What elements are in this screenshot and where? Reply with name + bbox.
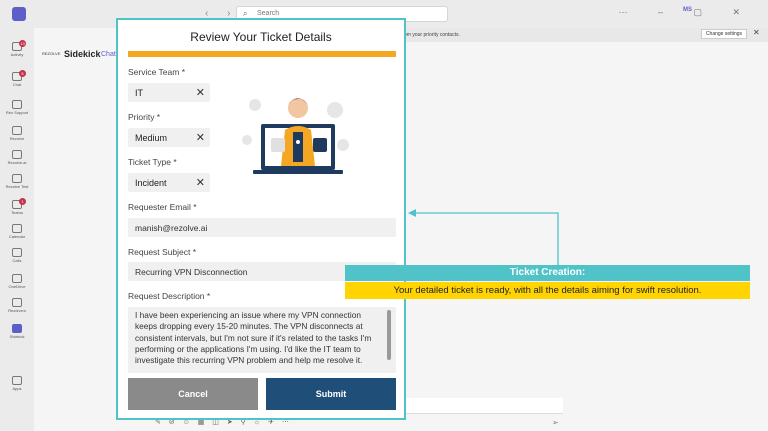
modal-title: Review Your Ticket Details — [190, 30, 332, 44]
rail-item-calendar[interactable]: Calendar — [0, 224, 34, 239]
rail-item-label: Calendar — [8, 234, 26, 239]
clear-icon[interactable]: ✕ — [196, 176, 205, 189]
rail-item-label: Rezolve.ai — [7, 160, 27, 165]
notification-badge: 1 — [19, 198, 26, 205]
rail-item-activity[interactable]: Activity 13 — [0, 40, 34, 57]
ticket-type-label: Ticket Type * — [128, 157, 177, 167]
clear-icon[interactable]: ✕ — [196, 86, 205, 99]
requester-email-value: manish@rezolve.ai — [135, 223, 208, 233]
callout-title: Ticket Creation: — [345, 265, 750, 281]
rail-item-rezolvers[interactable]: Rezolvers — [0, 298, 34, 313]
priority-label: Priority * — [128, 112, 161, 122]
rail-item-label: Rez Support — [5, 110, 29, 115]
rail-item-label: OneDrive — [8, 284, 26, 289]
rail-item-calls[interactable]: Calls — [0, 248, 34, 263]
app-icon — [12, 174, 22, 183]
priority-chip[interactable]: Medium ✕ — [128, 128, 210, 147]
app-icon — [12, 150, 22, 159]
submit-button[interactable]: Submit — [266, 378, 396, 410]
description-scrollbar[interactable] — [387, 310, 391, 360]
app-icon — [12, 100, 22, 109]
brand-tag: REZOLVE — [42, 51, 61, 56]
priority-value: Medium — [135, 133, 168, 143]
request-description-field[interactable]: I have been experiencing an issue where … — [128, 307, 396, 373]
ticket-type-chip[interactable]: Incident ✕ — [128, 173, 210, 192]
rail-item-rezolve-test[interactable]: Rezolve Test — [0, 174, 34, 189]
rail-item-onedrive[interactable]: OneDrive — [0, 274, 34, 289]
rail-item-apps[interactable]: Apps — [0, 376, 34, 391]
chat-title: Sidekick — [64, 49, 101, 59]
search-placeholder: Search — [257, 10, 280, 17]
rail-item-rez-support[interactable]: Rez Support — [0, 100, 34, 115]
app-icon — [12, 324, 22, 333]
rail-item-rezolve[interactable]: Rezolve — [0, 126, 34, 141]
close-icon[interactable]: ✕ — [753, 28, 760, 37]
support-agent-illustration — [242, 98, 349, 174]
requester-email-field[interactable]: manish@rezolve.ai — [128, 218, 396, 237]
app-icon — [12, 248, 22, 257]
service-team-value: IT — [135, 88, 143, 98]
teams-logo-icon — [12, 7, 26, 21]
rail-item-label: Calls — [12, 258, 22, 263]
send-icon[interactable]: ➢ — [552, 418, 559, 427]
cancel-button[interactable]: Cancel — [128, 378, 258, 410]
clear-icon[interactable]: ✕ — [196, 131, 205, 144]
ticket-review-modal: Review Your Ticket Details Service Team … — [116, 18, 406, 420]
tab-chat[interactable]: Chat — [101, 51, 116, 58]
ticket-type-value: Incident — [135, 178, 167, 188]
request-description-label: Request Description * — [128, 291, 211, 301]
app-icon — [12, 274, 22, 283]
request-subject-value: Recurring VPN Disconnection — [135, 267, 248, 277]
rail-item-label: Sidekick — [9, 334, 25, 339]
rail-item-label: Chat — [12, 82, 22, 87]
service-team-chip[interactable]: IT ✕ — [128, 83, 210, 102]
rail-item-rezolve-ai[interactable]: Rezolve.ai — [0, 150, 34, 165]
requester-email-label: Requester Email * — [128, 202, 197, 212]
change-settings-button[interactable]: Change settings — [701, 29, 747, 39]
rail-item-label: Teams — [11, 210, 23, 215]
rail-item-label: Apps — [12, 386, 22, 391]
notification-badge: 5 — [19, 70, 26, 77]
rail-item-sidekick[interactable]: Sidekick — [0, 324, 34, 339]
callout-body: Your detailed ticket is ready, with all … — [345, 282, 750, 299]
request-subject-label: Request Subject * — [128, 247, 197, 257]
rail-item-label: Rezolve — [9, 136, 25, 141]
app-icon — [12, 224, 22, 233]
app-icon — [12, 298, 22, 307]
window-controls[interactable]: ⋯ – ▢ ✕ — [618, 7, 754, 18]
service-team-label: Service Team * — [128, 67, 186, 77]
rail-item-label: Rezolve Test — [5, 184, 29, 189]
compose-box[interactable] — [405, 398, 563, 414]
request-description-value: I have been experiencing an issue where … — [135, 310, 372, 366]
notification-badge: 13 — [19, 40, 26, 47]
priority-notice-text: om your priority contacts. — [404, 32, 460, 38]
rail-item-teams[interactable]: Teams 1 — [0, 198, 34, 215]
accent-bar — [128, 51, 396, 57]
app-icon — [12, 126, 22, 135]
app-icon — [12, 376, 22, 385]
app-rail: Activity 13 Chat 5 Rez Support Rezolve Rezolve… — [0, 28, 34, 431]
rail-item-label: Activity — [10, 52, 24, 57]
rail-item-chat[interactable]: Chat 5 — [0, 70, 34, 87]
rail-item-label: Rezolvers — [8, 308, 26, 313]
